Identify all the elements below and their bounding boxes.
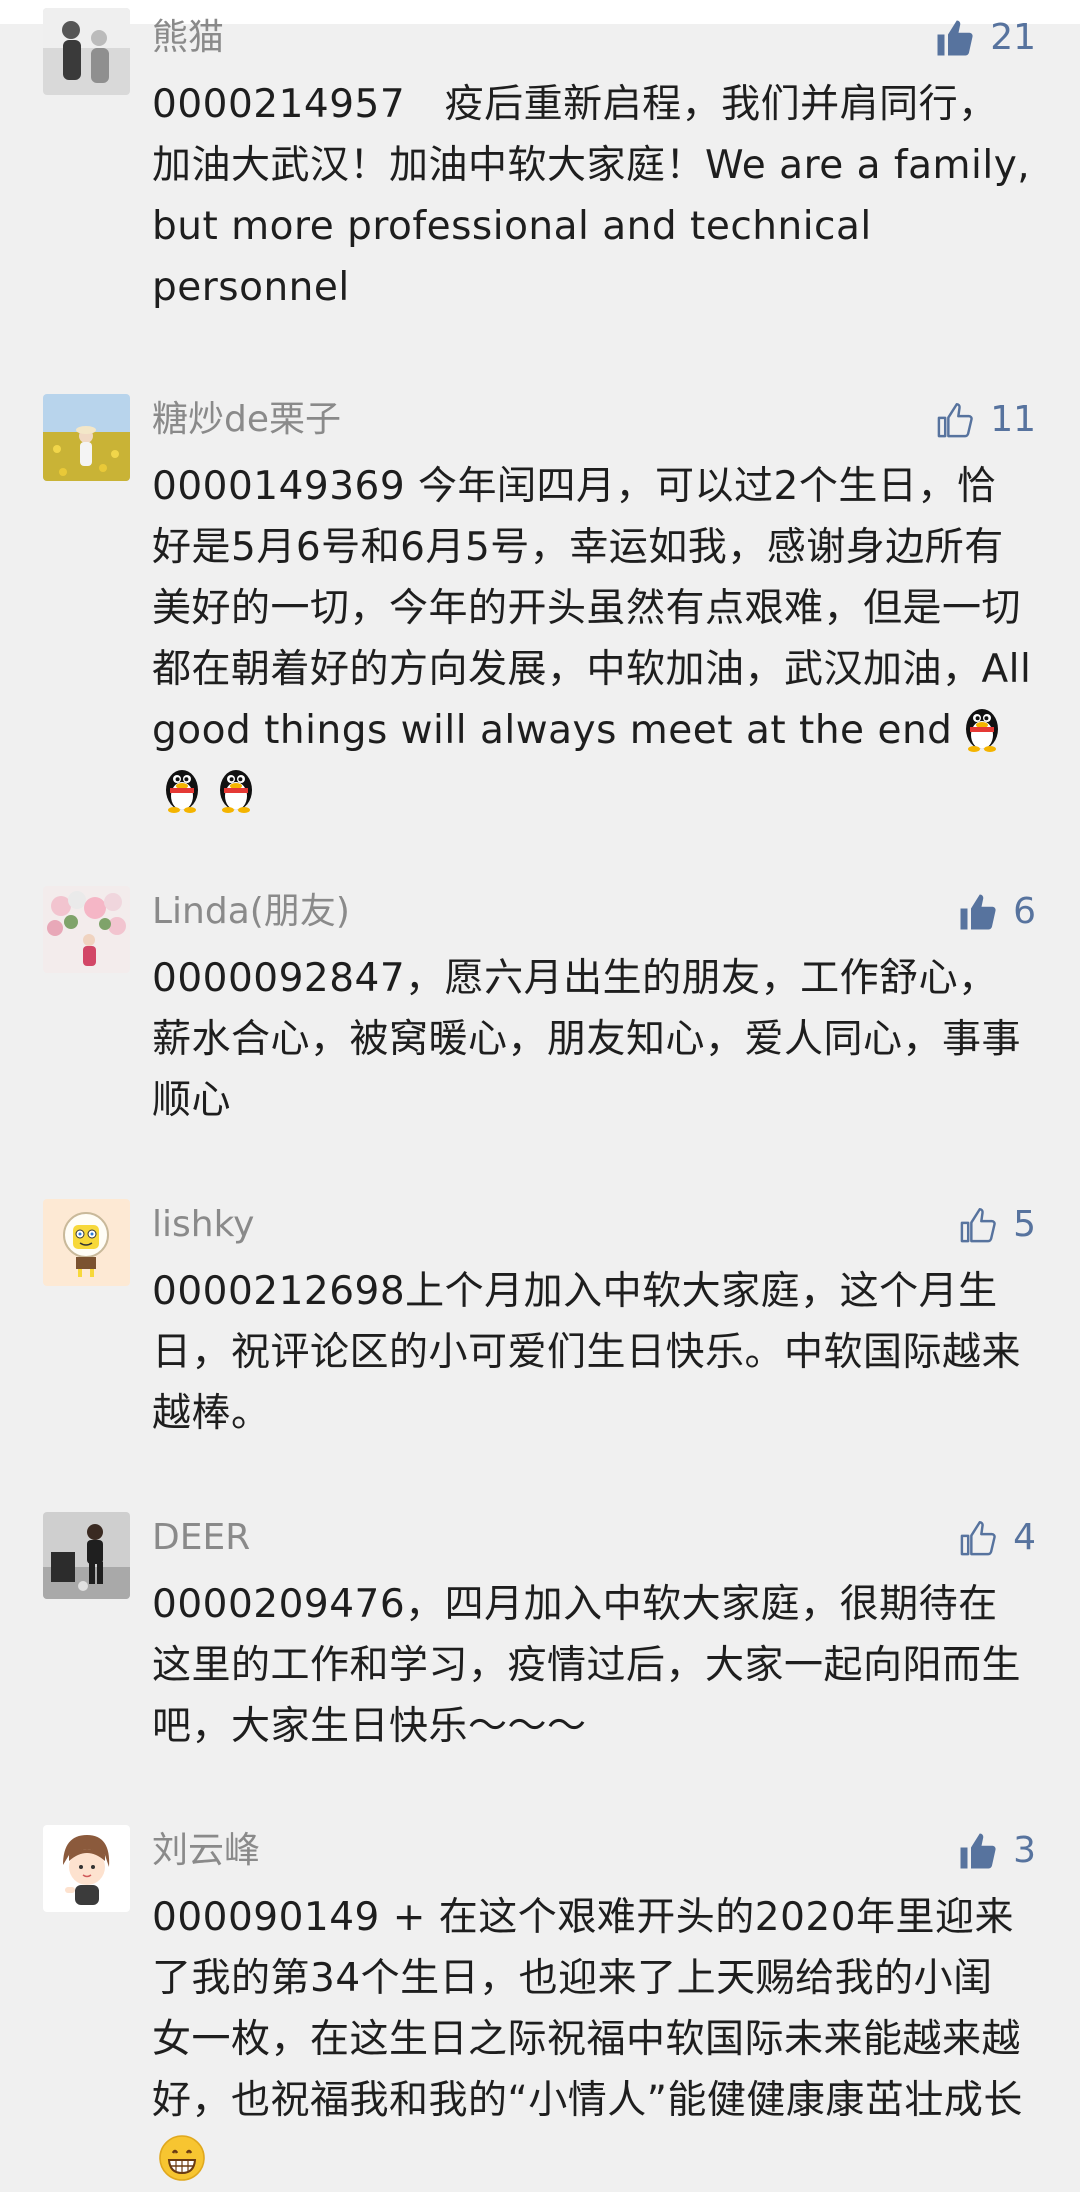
avatar[interactable] xyxy=(43,394,130,481)
thumbs-up-filled-icon xyxy=(960,894,996,930)
avatar-photo-icon xyxy=(43,886,130,973)
comment-text: 0000092847，愿六月出生的朋友，工作舒心，薪水合心，被窝暖心，朋友知心，… xyxy=(152,956,1022,1123)
like-button[interactable]: 3 xyxy=(957,1825,1036,1877)
avatar[interactable] xyxy=(43,8,130,95)
comment-text-body: 000090149 + 在这个艰难开头的2020年里迎来了我的第34个生日，也迎… xyxy=(152,1895,1023,2123)
comment-text-body: 0000149369 今年闰四月，可以过2个生日，恰好是5月6号和6月5号，幸运… xyxy=(152,464,1032,753)
comment-text: 0000149369 今年闰四月，可以过2个生日，恰好是5月6号和6月5号，幸运… xyxy=(152,456,1032,822)
avatar-photo-icon xyxy=(43,1199,130,1286)
like-count: 5 xyxy=(1013,1204,1036,1245)
avatar[interactable] xyxy=(43,1199,130,1286)
avatar[interactable] xyxy=(43,886,130,973)
comment-nickname: 糖炒de栗子 xyxy=(152,399,342,440)
like-count: 11 xyxy=(990,399,1036,440)
thumbs-up-outline-icon xyxy=(960,1521,996,1556)
penguin-emoji-icon xyxy=(220,770,252,813)
like-count: 21 xyxy=(990,17,1036,58)
comment-text: 0000212698上个月加入中软大家庭，这个月生日，祝评论区的小可爱们生日快乐… xyxy=(152,1269,1022,1436)
comment-nickname: 刘云峰 xyxy=(152,1830,261,1871)
thumbs-up-filled-icon xyxy=(960,1833,996,1869)
comment-nickname: Linda(朋友) xyxy=(152,891,350,932)
penguin-emoji-icon xyxy=(966,709,999,752)
comment-text: 0000209476，四月加入中软大家庭，很期待在这里的工作和学习，疫情过后，大… xyxy=(152,1582,1022,1749)
like-button[interactable]: 21 xyxy=(934,12,1036,64)
thumbs-up-outline-icon xyxy=(937,403,973,438)
comment-text: 0000214957 疫后重新启程，我们并肩同行，加油大武汉！加油中软大家庭！W… xyxy=(152,82,1031,310)
like-button[interactable]: 4 xyxy=(957,1512,1036,1564)
comment-nickname: 熊猫 xyxy=(152,17,225,58)
thumbs-up-filled-icon xyxy=(937,20,973,56)
comment-text: 000090149 + 在这个艰难开头的2020年里迎来了我的第34个生日，也迎… xyxy=(152,1887,1032,2192)
avatar[interactable] xyxy=(43,1512,130,1599)
comment-nickname: lishky xyxy=(152,1204,255,1245)
penguin-emoji-icon xyxy=(166,770,198,813)
thumbs-up-outline-icon xyxy=(960,1208,996,1243)
like-count: 4 xyxy=(1013,1517,1036,1558)
avatar-photo-icon xyxy=(43,1512,130,1599)
grin-emoji-icon xyxy=(159,2135,205,2181)
avatar[interactable] xyxy=(43,1825,130,1912)
like-button[interactable]: 6 xyxy=(957,886,1036,938)
avatar-photo-icon xyxy=(43,394,130,481)
avatar-photo-icon xyxy=(43,8,130,95)
like-button[interactable]: 5 xyxy=(957,1199,1036,1251)
comment-nickname: DEER xyxy=(152,1517,251,1558)
like-count: 3 xyxy=(1013,1830,1036,1871)
like-button[interactable]: 11 xyxy=(934,394,1036,446)
like-count: 6 xyxy=(1013,891,1036,932)
avatar-illustration-icon xyxy=(43,1825,130,1912)
